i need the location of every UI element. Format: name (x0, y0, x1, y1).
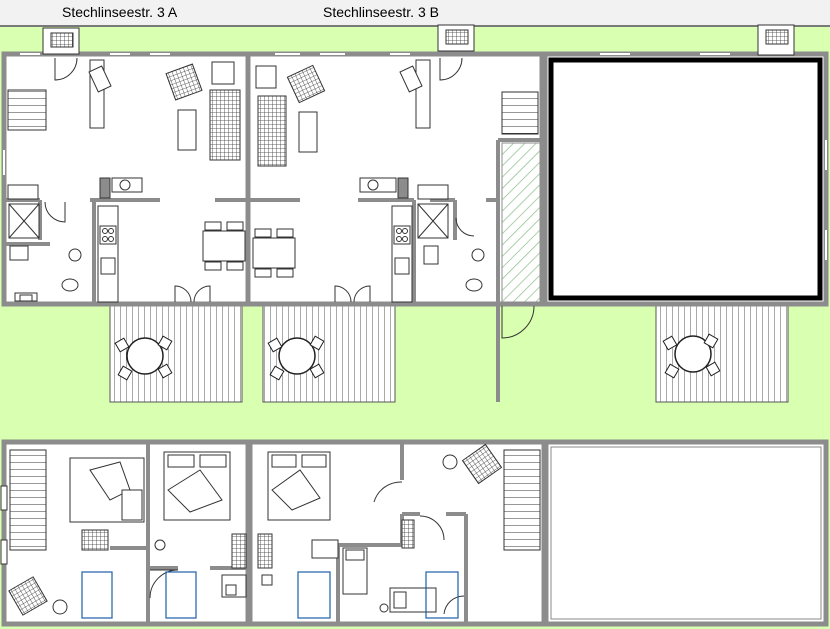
staircase-b (501, 91, 539, 135)
terrace-b (262, 305, 396, 403)
upper-floor-unit-c (543, 439, 829, 627)
staircase-upper-a (9, 449, 47, 551)
ground-floor-unit-c (542, 51, 829, 307)
staircase-upper-b (503, 449, 541, 551)
terrace-c (655, 305, 789, 403)
ac-unit-b (437, 24, 475, 52)
ac-unit-a (42, 27, 80, 55)
kitchen-b (391, 205, 413, 303)
staircase-a (7, 89, 47, 131)
ac-unit-c (757, 24, 795, 56)
kitchen-a (97, 205, 119, 303)
floor-plan (0, 24, 829, 627)
storage-hatched (501, 142, 541, 303)
terrace-a (109, 305, 243, 403)
